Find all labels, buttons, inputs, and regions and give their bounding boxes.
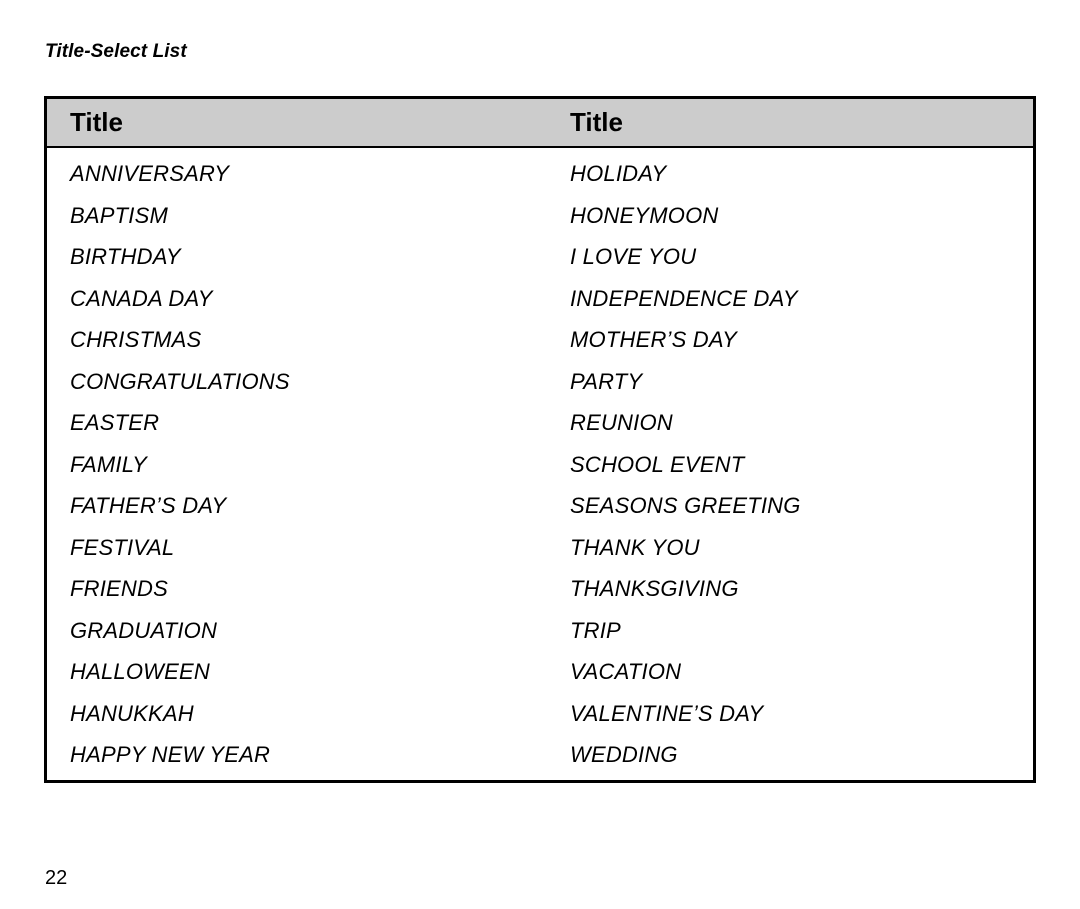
table-header-row: Title Title xyxy=(47,99,1033,148)
title-cell[interactable]: CANADA DAY xyxy=(70,285,570,312)
table-row[interactable]: BIRTHDAY I LOVE YOU xyxy=(47,243,1033,285)
title-cell[interactable]: ANNIVERSARY xyxy=(70,160,570,187)
title-cell[interactable]: VALENTINE’S DAY xyxy=(570,700,763,727)
title-select-table: Title Title ANNIVERSARY HOLIDAY BAPTISM HON… xyxy=(44,96,1036,783)
title-cell[interactable]: GRADUATION xyxy=(70,617,570,644)
title-cell[interactable]: SEASONS GREETING xyxy=(570,492,801,519)
title-cell[interactable]: BAPTISM xyxy=(70,202,570,229)
title-cell[interactable]: INDEPENDENCE DAY xyxy=(570,285,798,312)
title-cell[interactable]: CONGRATULATIONS xyxy=(70,368,570,395)
title-cell[interactable]: I LOVE YOU xyxy=(570,243,696,270)
title-cell[interactable]: HALLOWEEN xyxy=(70,658,570,685)
table-row[interactable]: EASTER REUNION xyxy=(47,409,1033,451)
column-header-title-1: Title xyxy=(70,106,123,137)
table-body: ANNIVERSARY HOLIDAY BAPTISM HONEYMOON BIRTHD… xyxy=(47,148,1033,783)
title-cell[interactable]: THANK YOU xyxy=(570,534,700,561)
title-cell[interactable]: FRIENDS xyxy=(70,575,570,602)
title-cell[interactable]: TRIP xyxy=(570,617,621,644)
title-cell[interactable]: HAPPY NEW YEAR xyxy=(70,741,570,768)
page-number: 22 xyxy=(45,867,68,889)
table-row[interactable]: FRIENDS THANKSGIVING xyxy=(47,575,1033,617)
title-cell[interactable]: FESTIVAL xyxy=(70,534,570,561)
title-cell[interactable]: FAMILY xyxy=(70,451,570,478)
table-row[interactable]: ANNIVERSARY HOLIDAY xyxy=(47,160,1033,202)
table-row[interactable]: CHRISTMAS MOTHER’S DAY xyxy=(47,326,1033,368)
title-cell[interactable]: REUNION xyxy=(570,409,673,436)
column-header-title-2: Title xyxy=(570,106,623,137)
table-row[interactable]: FESTIVAL THANK YOU xyxy=(47,534,1033,576)
title-cell[interactable]: CHRISTMAS xyxy=(70,326,570,353)
table-row[interactable]: FAMILY SCHOOL EVENT xyxy=(47,451,1033,493)
table-row[interactable]: FATHER’S DAY SEASONS GREETING xyxy=(47,492,1033,534)
table-row[interactable]: HANUKKAH VALENTINE’S DAY xyxy=(47,700,1033,742)
table-row[interactable]: GRADUATION TRIP xyxy=(47,617,1033,659)
title-cell[interactable]: FATHER’S DAY xyxy=(70,492,570,519)
title-cell[interactable]: HONEYMOON xyxy=(570,202,718,229)
title-cell[interactable]: PARTY xyxy=(570,368,642,395)
table-row[interactable]: HALLOWEEN VACATION xyxy=(47,658,1033,700)
title-cell[interactable]: MOTHER’S DAY xyxy=(570,326,737,353)
title-cell[interactable]: THANKSGIVING xyxy=(570,575,739,602)
title-cell[interactable]: WEDDING xyxy=(570,741,678,768)
table-row[interactable]: CONGRATULATIONS PARTY xyxy=(47,368,1033,410)
table-row[interactable]: CANADA DAY INDEPENDENCE DAY xyxy=(47,285,1033,327)
title-cell[interactable]: SCHOOL EVENT xyxy=(570,451,744,478)
title-cell[interactable]: HOLIDAY xyxy=(570,160,666,187)
title-cell[interactable]: BIRTHDAY xyxy=(70,243,570,270)
title-cell[interactable]: VACATION xyxy=(570,658,681,685)
table-row[interactable]: HAPPY NEW YEAR WEDDING xyxy=(47,741,1033,783)
page-title: Title-Select List xyxy=(45,41,187,62)
title-cell[interactable]: HANUKKAH xyxy=(70,700,570,727)
title-cell[interactable]: EASTER xyxy=(70,409,570,436)
table-row[interactable]: BAPTISM HONEYMOON xyxy=(47,202,1033,244)
